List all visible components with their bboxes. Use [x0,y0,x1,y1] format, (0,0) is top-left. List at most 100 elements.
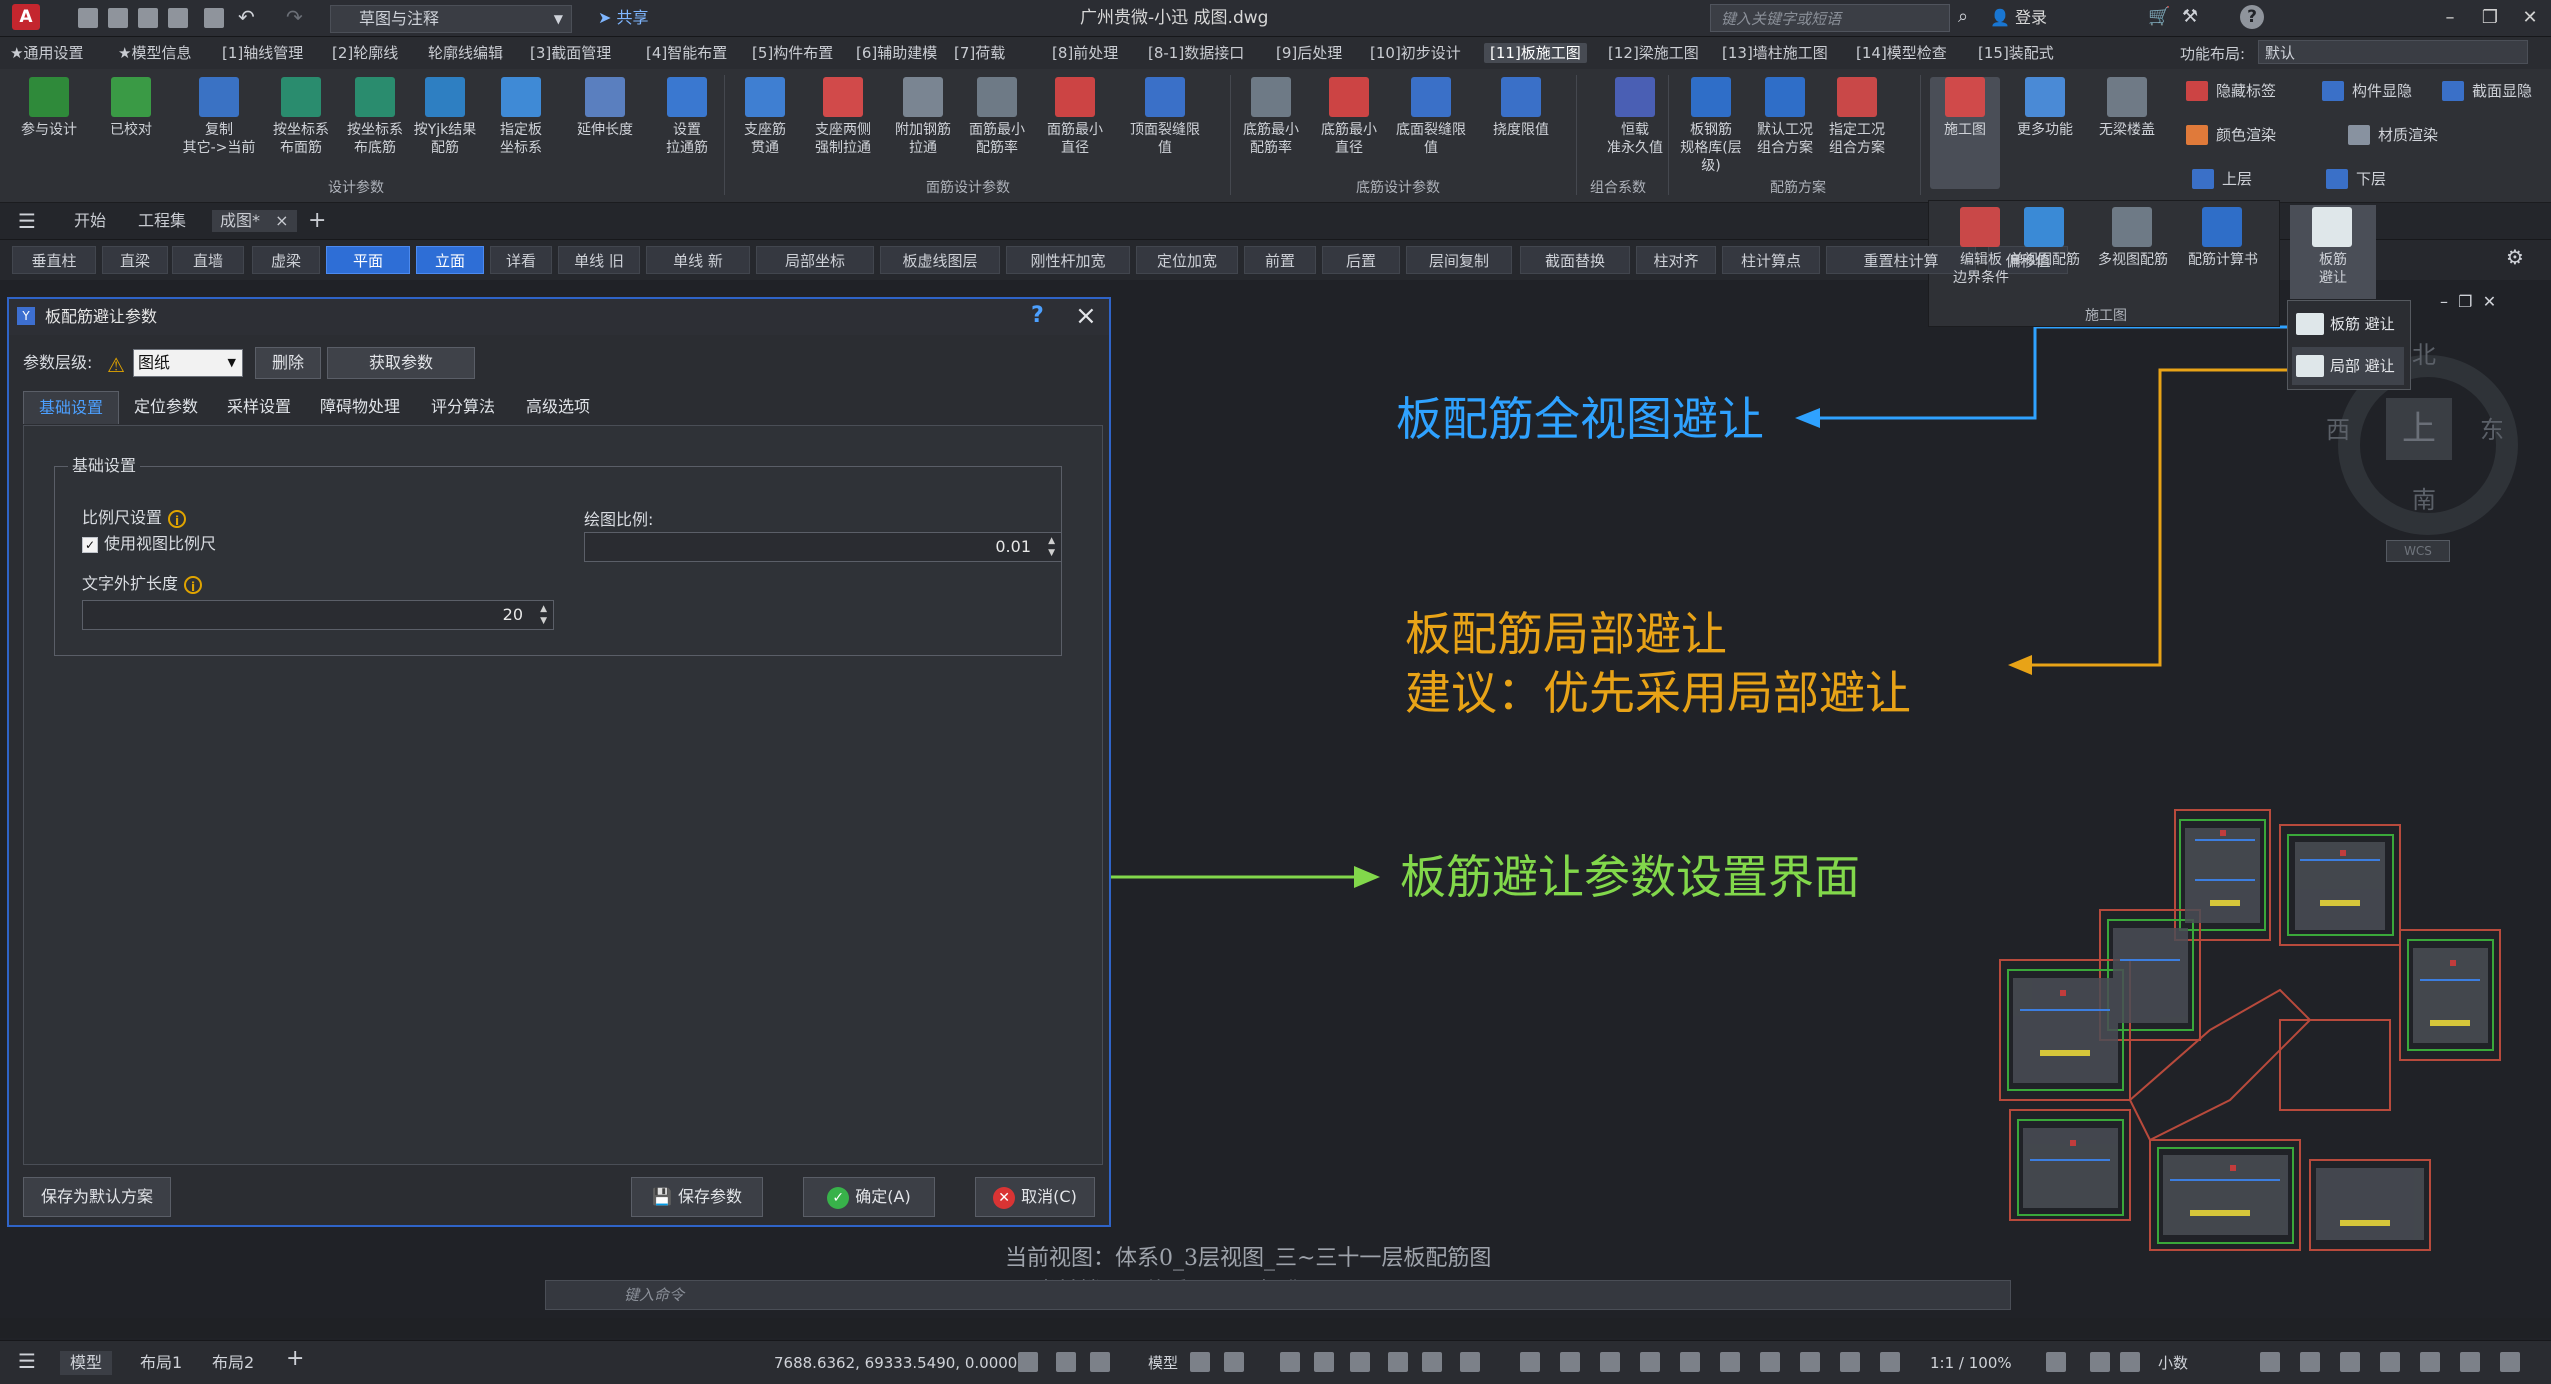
status-tool-icon-13[interactable] [1600,1352,1620,1372]
status-tool-icon-7[interactable] [1350,1352,1370,1372]
dropdown-item-3[interactable]: 配筋计算书 [2180,205,2266,299]
ribbon-button-24[interactable]: 更多功能 [2010,77,2080,189]
command-input[interactable]: 键入命令 [545,1280,2011,1310]
status-tool-icon-1[interactable] [1056,1352,1076,1372]
quick-button-5[interactable]: 立面 [416,246,484,274]
status-tool-icon-6[interactable] [1314,1352,1334,1372]
status-tool-icon-21[interactable] [2046,1352,2066,1372]
status-tool-icon-20[interactable] [1880,1352,1900,1372]
tab-position-params[interactable]: 定位参数 [121,391,211,423]
status-tool-icon-15[interactable] [1680,1352,1700,1372]
ok-button[interactable]: ✓ 确定(A) [803,1177,935,1217]
quick-button-9[interactable]: 局部坐标 [756,246,874,274]
status-tool-icon-10[interactable] [1460,1352,1480,1372]
ribbon-button-13[interactable]: 面筋最小 直径 [1040,77,1110,189]
status-tool-icon-25[interactable] [2300,1352,2320,1372]
ribbon-small-button-5[interactable]: 上层 [2186,164,2256,194]
status-tool-icon-12[interactable] [1560,1352,1580,1372]
status-tool-icon-24[interactable] [2260,1352,2280,1372]
ribbon-small-button-1[interactable]: 构件显隐 [2316,76,2426,106]
ribbon-button-8[interactable]: 设置 拉通筋 [652,77,722,189]
dropdown-item-4[interactable]: 板筋 避让 [2290,205,2376,299]
quick-button-16[interactable]: 截面替换 [1520,246,1630,274]
ribbon-tab-2[interactable]: [1]轴线管理 [222,43,303,63]
delete-button[interactable]: 删除 [255,347,321,379]
ribbon-button-11[interactable]: 附加钢筋 拉通 [888,77,958,189]
ribbon-button-1[interactable]: 已校对 [96,77,166,189]
quick-button-15[interactable]: 层间复制 [1406,246,1512,274]
dialog-close-button[interactable]: × [1075,301,1097,331]
ribbon-button-0[interactable]: 参与设计 [14,77,84,189]
save-default-button[interactable]: 保存为默认方案 [23,1177,171,1217]
quick-button-18[interactable]: 柱计算点 [1722,246,1820,274]
ribbon-small-button-4[interactable]: 材质渲染 [2342,120,2472,150]
status-tool-icon-3[interactable] [1190,1352,1210,1372]
ribbon-tab-3[interactable]: [2]轮廓线 [332,43,398,63]
quick-button-2[interactable]: 直墙 [172,246,244,274]
ribbon-button-6[interactable]: 指定板 坐标系 [486,77,556,189]
status-tool-icon-19[interactable] [1840,1352,1860,1372]
status-tool-icon-4[interactable] [1224,1352,1244,1372]
quick-button-0[interactable]: 垂直柱 [12,246,96,274]
status-tool-icon-27[interactable] [2380,1352,2400,1372]
ribbon-tab-13[interactable]: [10]初步设计 [1370,43,1461,63]
tab-scoring[interactable]: 评分算法 [417,391,509,423]
tab-sampling[interactable]: 采样设置 [215,391,303,423]
ribbon-tab-11[interactable]: [8-1]数据接口 [1148,43,1244,63]
status-tool-icon-18[interactable] [1800,1352,1820,1372]
quick-button-4[interactable]: 平面 [326,246,410,274]
ribbon-tab-14[interactable]: [11]板施工图 [1484,43,1587,63]
ribbon-tab-5[interactable]: [3]截面管理 [530,43,611,63]
ribbon-small-button-2[interactable]: 截面显隐 [2436,76,2546,106]
status-tool-icon-29[interactable] [2460,1352,2480,1372]
status-tool-icon-22[interactable] [2090,1352,2110,1372]
save-params-button[interactable]: 💾 保存参数 [631,1177,763,1217]
status-tool-icon-28[interactable] [2420,1352,2440,1372]
ribbon-button-16[interactable]: 底筋最小 直径 [1314,77,1384,189]
ribbon-tab-0[interactable]: ★通用设置 [10,43,83,63]
ribbon-button-19[interactable]: 恒载 准永久值 [1600,77,1670,189]
status-tool-icon-0[interactable] [1018,1352,1038,1372]
ribbon-small-button-3[interactable]: 颜色渲染 [2180,120,2310,150]
use-view-scale-checkbox[interactable]: ✓ [82,536,98,553]
ribbon-button-7[interactable]: 延伸长度 [570,77,640,189]
ribbon-button-5[interactable]: 按Yjk结果 配筋 [410,77,480,189]
spin-arrows-icon[interactable]: ▲ ▼ [1048,535,1055,559]
ribbon-tab-7[interactable]: [5]构件布置 [752,43,833,63]
ribbon-tab-6[interactable]: [4]智能布置 [646,43,727,63]
ribbon-tab-8[interactable]: [6]辅助建模 [856,43,937,63]
ribbon-button-20[interactable]: 板钢筋 规格库(层级) [1676,77,1746,189]
status-tool-icon-11[interactable] [1520,1352,1540,1372]
quick-button-7[interactable]: 单线 旧 [558,246,640,274]
quick-button-17[interactable]: 柱对齐 [1636,246,1716,274]
add-layout-button[interactable]: + [286,1347,304,1371]
dialog-titlebar[interactable] [9,299,1109,335]
ribbon-button-10[interactable]: 支座两侧 强制拉通 [808,77,878,189]
model-space-toggle[interactable]: 模型 [1148,1351,1178,1375]
ribbon-button-18[interactable]: 挠度限值 [1486,77,1556,189]
cancel-button[interactable]: ✕ 取消(C) [975,1177,1095,1217]
tab-advanced[interactable]: 高级选项 [513,391,603,423]
ribbon-button-12[interactable]: 面筋最小 配筋率 [962,77,1032,189]
status-tool-icon-2[interactable] [1090,1352,1110,1372]
status-tool-icon-23[interactable] [2120,1352,2140,1372]
dialog-help-button[interactable]: ? [1031,303,1044,328]
ribbon-tab-9[interactable]: [7]荷载 [954,43,1005,63]
spin-arrows-icon[interactable]: ▲ ▼ [540,603,547,627]
ribbon-button-14[interactable]: 顶面裂缝限值 [1130,77,1200,189]
ribbon-button-23[interactable]: 施工图 [1930,77,2000,189]
dropdown-item-1[interactable]: 单视图配筋 [2002,205,2088,299]
ribbon-tab-12[interactable]: [9]后处理 [1276,43,1342,63]
ribbon-small-button-0[interactable]: 隐藏标签 [2180,76,2310,106]
ribbon-button-22[interactable]: 指定工况 组合方案 [1822,77,1892,189]
draw-scale-spinner[interactable]: 0.01 ▲ ▼ [584,532,1062,562]
horizontal-scrollbar[interactable] [0,1318,2551,1338]
ribbon-button-3[interactable]: 按坐标系 布面筋 [266,77,336,189]
tab-layout1[interactable]: 布局1 [140,1351,182,1375]
menu-item-local-avoid[interactable]: 局部 避让 [2292,347,2404,385]
ribbon-tab-1[interactable]: ★模型信息 [118,43,191,63]
quick-button-10[interactable]: 板虚线图层 [880,246,1000,274]
quick-button-8[interactable]: 单线 新 [646,246,750,274]
ribbon-tab-10[interactable]: [8]前处理 [1052,43,1118,63]
status-tool-icon-26[interactable] [2340,1352,2360,1372]
